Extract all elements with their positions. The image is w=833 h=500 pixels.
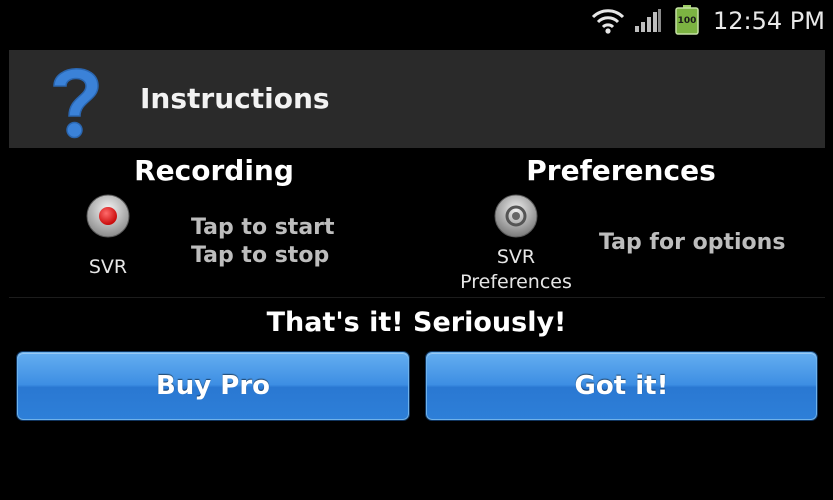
- got-it-button[interactable]: Got it!: [426, 352, 817, 420]
- signal-icon: [635, 9, 661, 32]
- dialog-header: Instructions: [9, 50, 825, 148]
- record-icon: [86, 194, 130, 238]
- divider: [9, 297, 825, 298]
- battery-level: 100: [677, 16, 697, 26]
- battery-icon: 100: [675, 5, 699, 35]
- tagline: That's it! Seriously!: [266, 307, 567, 338]
- help-icon: [53, 68, 99, 139]
- screen: 100 12:54 PM Instructions Recording SVR …: [0, 0, 833, 500]
- status-bar: 100 12:54 PM: [0, 0, 833, 42]
- svr-preferences-label: SVR Preferences: [446, 245, 586, 295]
- svr-preferences-label-line2: Preferences: [460, 271, 572, 293]
- tap-to-start-hint: Tap to start: [191, 215, 335, 240]
- status-time: 12:54 PM: [713, 7, 825, 35]
- svr-label: SVR: [88, 256, 128, 278]
- buy-pro-button[interactable]: Buy Pro: [17, 352, 409, 420]
- recording-title: Recording: [134, 154, 294, 187]
- dialog-title: Instructions: [140, 82, 330, 115]
- preferences-title: Preferences: [526, 154, 716, 187]
- tap-to-stop-hint: Tap to stop: [191, 243, 330, 268]
- svr-preferences-label-line1: SVR: [496, 246, 536, 268]
- settings-icon: [494, 194, 538, 238]
- wifi-icon: [591, 9, 625, 34]
- tap-for-options-hint: Tap for options: [599, 230, 786, 255]
